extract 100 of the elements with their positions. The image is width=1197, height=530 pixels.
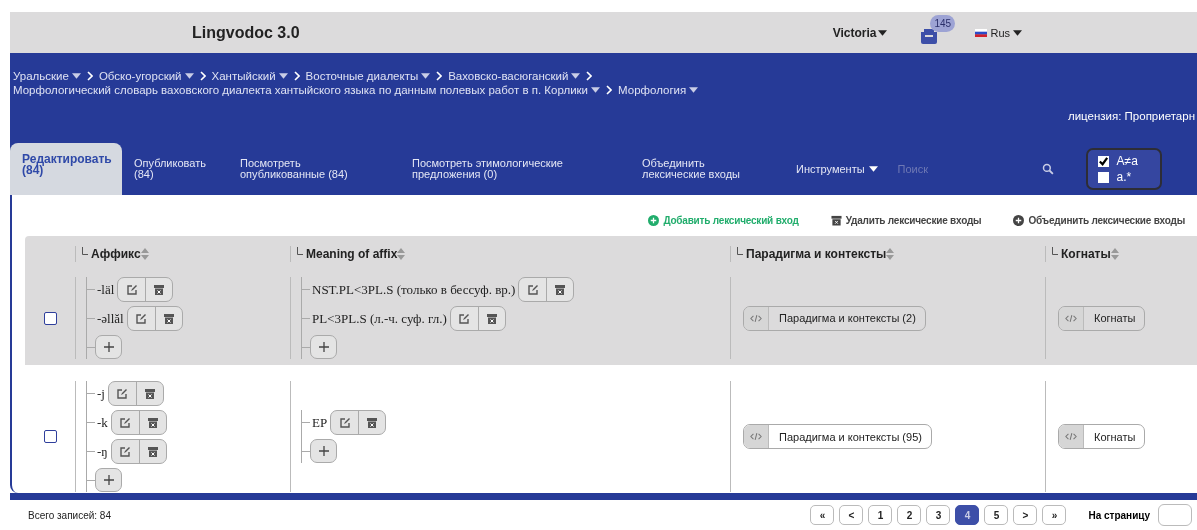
caret-icon	[868, 166, 878, 172]
page-button[interactable]: «	[810, 505, 835, 525]
trash-icon	[146, 416, 159, 429]
breadcrumb-link[interactable]: Восточные диалекты	[305, 69, 431, 83]
column-header[interactable]: Когнаты	[1052, 246, 1111, 261]
chevron-right-icon	[606, 85, 613, 95]
affix-value: -əllăl	[97, 310, 124, 327]
edit-icon	[526, 283, 539, 296]
breadcrumb-link[interactable]: Ваховско-васюганский	[448, 69, 581, 83]
tab[interactable]: Посмотреть этимологические предложения (0)	[400, 143, 630, 195]
chevron-right-icon	[436, 71, 443, 81]
action-button[interactable]: Удалить лексические входы	[830, 215, 982, 226]
flag-icon	[975, 28, 988, 37]
edit-icon	[119, 416, 132, 429]
caret-icon	[421, 73, 431, 79]
trash-icon	[153, 283, 166, 296]
per-page-field[interactable]	[1158, 504, 1192, 526]
tab[interactable]: Объединить лексические входы	[630, 143, 780, 195]
trash-icon	[366, 416, 379, 429]
page-button[interactable]: 5	[984, 505, 1009, 525]
code-icon	[750, 432, 762, 441]
affix-value: -j	[97, 385, 105, 402]
tab[interactable]: Посмотреть опубликованные (84)	[228, 143, 400, 195]
cognates-button[interactable]: Когнаты	[1058, 424, 1146, 449]
trash-icon	[146, 445, 159, 458]
affix-value: -ŋ	[97, 443, 108, 460]
caret-icon	[1013, 29, 1022, 36]
trash-icon	[554, 283, 567, 296]
language-menu[interactable]: Rus	[975, 26, 1022, 39]
app-title: Lingvodoc 3.0	[192, 23, 300, 42]
row-checkbox[interactable]	[43, 311, 57, 325]
caret-icon	[184, 73, 194, 79]
breadcrumb-link[interactable]: Морфологический словарь ваховского диалекта хантыйского языка по данным полевых работ в п. Корлики	[13, 83, 601, 97]
edit-icon	[338, 416, 351, 429]
corner-icon	[1052, 246, 1058, 255]
row-checkbox[interactable]	[43, 430, 57, 443]
caret-icon	[71, 73, 81, 79]
trash-icon	[830, 215, 842, 226]
per-page-label: На страницу	[1088, 509, 1150, 521]
breadcrumb-link[interactable]: Обско-угорский	[98, 69, 194, 83]
search-field[interactable]: Поиск	[895, 162, 1020, 176]
trash-icon	[485, 312, 498, 325]
add-button[interactable]	[310, 439, 337, 463]
filter-label: A≠a	[1116, 154, 1138, 168]
inbox-icon[interactable]	[919, 27, 940, 44]
tools-menu[interactable]: Инструменты	[790, 162, 884, 176]
code-icon	[1065, 432, 1077, 441]
add-button[interactable]	[95, 468, 122, 492]
tab[interactable]: Опубликовать (84)	[122, 143, 228, 195]
edit-icon	[458, 312, 471, 325]
chevron-right-icon	[293, 71, 300, 81]
affix-value: -läl	[97, 281, 115, 298]
caret-icon	[689, 87, 699, 93]
page-button[interactable]: 4	[955, 505, 980, 525]
plus-icon	[317, 341, 330, 353]
plus-circle-icon	[648, 215, 660, 226]
chevron-right-icon	[199, 71, 206, 81]
edit-icon	[125, 283, 138, 296]
plus-icon	[102, 341, 115, 353]
page-button[interactable]: >	[1013, 505, 1038, 525]
caret-icon	[278, 73, 288, 79]
tab[interactable]: Редактировать (84)	[10, 143, 122, 195]
notification-badge: 145	[930, 14, 956, 32]
page-button[interactable]: 1	[868, 505, 893, 525]
cognates-button[interactable]: Когнаты	[1058, 305, 1146, 331]
edit-icon	[116, 387, 129, 400]
meaning-value: EP	[312, 414, 328, 431]
corner-icon	[82, 246, 88, 255]
trash-icon	[162, 312, 175, 325]
license-text: лицензия: Проприетарн	[1067, 110, 1195, 122]
add-button[interactable]	[310, 335, 337, 359]
checkbox[interactable]	[1097, 155, 1109, 167]
user-menu[interactable]: Victoria	[832, 25, 888, 40]
affix-value: -k	[97, 414, 108, 431]
page-button[interactable]: 2	[897, 505, 922, 525]
column-header[interactable]: Парадигма и контексты	[737, 246, 887, 261]
code-icon	[750, 313, 762, 323]
plus-icon	[317, 445, 330, 457]
breadcrumb-link[interactable]: Хантыйский	[211, 69, 288, 83]
paradigm-button[interactable]: Парадигма и контексты (2)	[743, 305, 926, 331]
column-header[interactable]: Meaning of affix	[297, 246, 398, 261]
page-button[interactable]: <	[839, 505, 864, 525]
plus-icon	[102, 474, 115, 486]
edit-icon	[119, 445, 132, 458]
column-header[interactable]: Аффикс	[82, 246, 141, 261]
search-icon[interactable]	[1041, 163, 1054, 175]
page-button[interactable]: 3	[926, 505, 951, 525]
checkbox[interactable]	[1097, 171, 1109, 183]
caret-icon	[878, 29, 888, 36]
page-button[interactable]: »	[1042, 505, 1067, 525]
corner-icon	[737, 246, 743, 255]
meaning-value: NST.PL<3PL.S (только в бессуф. вр.)	[312, 281, 516, 298]
chevron-right-icon	[586, 71, 593, 81]
breadcrumb-link[interactable]: Морфология	[618, 83, 699, 97]
add-button[interactable]	[95, 335, 122, 359]
edit-icon	[135, 312, 148, 325]
action-button[interactable]: Объединить лексические входы	[1013, 215, 1185, 226]
breadcrumb-link[interactable]: Уральские	[13, 69, 81, 83]
code-icon	[1065, 313, 1077, 323]
paradigm-button[interactable]: Парадигма и контексты (95)	[743, 424, 932, 449]
